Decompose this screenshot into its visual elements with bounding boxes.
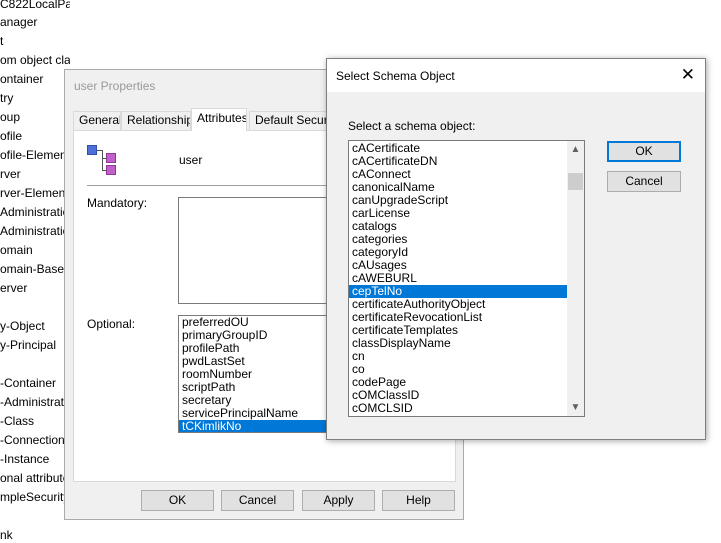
scrollbar-thumb[interactable] — [568, 173, 583, 190]
background-list-item[interactable]: om object class is... — [0, 52, 70, 68]
background-list-item[interactable]: y-Object — [0, 318, 45, 334]
tab-general[interactable]: General — [73, 111, 121, 130]
optional-attributes-list[interactable]: preferredOU primaryGroupID profilePath pwdL… — [178, 315, 338, 433]
tab-relationship[interactable]: Relationship — [121, 111, 191, 130]
mandatory-label: Mandatory: — [87, 196, 148, 210]
schema-class-icon — [87, 145, 123, 175]
dialog-title: Select Schema Object — [336, 69, 455, 83]
cancel-button[interactable]: Cancel — [221, 490, 294, 511]
schema-object-rows: cACertificate cACertificateDN cAConnect can… — [349, 142, 568, 417]
background-list-item[interactable]: ofile-Element — [0, 147, 70, 163]
mandatory-attributes-list[interactable] — [178, 197, 338, 304]
class-name: user — [179, 153, 203, 167]
background-class-list: C822LocalPart obj... anager t om object cla… — [0, 0, 70, 543]
dialog-ok-button[interactable]: OK — [607, 141, 681, 162]
background-list-item[interactable]: ofile — [0, 128, 22, 144]
select-prompt: Select a schema object: — [348, 119, 476, 133]
dialog-cancel-button[interactable]: Cancel — [607, 171, 681, 192]
schema-object-item[interactable]: cn — [349, 350, 568, 363]
background-list-item[interactable]: -Instance — [0, 451, 49, 467]
properties-title: user Properties — [74, 79, 156, 93]
optional-label: Optional: — [87, 317, 136, 331]
background-list-item[interactable]: try — [0, 90, 13, 106]
dialog-titlebar: Select Schema Object ✕ — [327, 59, 705, 92]
background-list-item[interactable]: -Class — [0, 413, 34, 429]
schema-object-list[interactable]: cACertificate cACertificateDN cAConnect can… — [348, 140, 585, 417]
tab-default-security[interactable]: Default Security — [249, 111, 329, 130]
close-icon[interactable]: ✕ — [681, 66, 695, 84]
background-list-item[interactable]: -Container — [0, 375, 56, 391]
schema-object-item[interactable]: cOMInterfaceID — [349, 415, 568, 417]
background-list-item[interactable]: mpleSecurity — [0, 489, 69, 505]
vertical-scrollbar[interactable]: ▲ ▼ — [567, 141, 584, 416]
background-list-item[interactable]: nk — [0, 527, 13, 543]
background-list-item[interactable]: omain — [0, 242, 33, 258]
schema-object-item[interactable]: classDisplayName — [349, 337, 568, 350]
scroll-up-icon[interactable]: ▲ — [567, 141, 584, 158]
background-list-item[interactable]: -Connection — [0, 432, 65, 448]
background-list-item[interactable]: Administratio — [0, 223, 69, 239]
ok-button[interactable]: OK — [141, 490, 214, 511]
background-list-item[interactable]: y-Principal — [0, 337, 56, 353]
background-list-item[interactable]: anager — [0, 14, 37, 30]
background-list-item[interactable]: omain-Base — [0, 261, 64, 277]
background-list-item[interactable]: onal attribute — [0, 470, 69, 486]
apply-button[interactable]: Apply — [302, 490, 375, 511]
background-list-item[interactable]: oup — [0, 109, 20, 125]
background-list-item[interactable]: erver — [0, 280, 27, 296]
select-schema-object-dialog: Select Schema Object ✕ Select a schema o… — [326, 58, 706, 440]
background-list-item[interactable]: Administratio — [0, 204, 69, 220]
background-list-item[interactable]: ontainer — [0, 71, 43, 87]
background-list-item[interactable]: C822LocalPart obj... — [0, 0, 70, 12]
tab-attributes[interactable]: Attributes — [191, 108, 247, 131]
background-list-item[interactable]: -Administrat — [0, 394, 64, 410]
help-button[interactable]: Help — [382, 490, 455, 511]
background-list-item[interactable]: rver-Element — [0, 185, 69, 201]
background-list-item[interactable]: t — [0, 33, 3, 49]
background-list-item[interactable]: rver — [0, 166, 21, 182]
properties-tabbar: General Relationship Attributes Default … — [73, 108, 363, 131]
scroll-down-icon[interactable]: ▼ — [567, 399, 584, 416]
